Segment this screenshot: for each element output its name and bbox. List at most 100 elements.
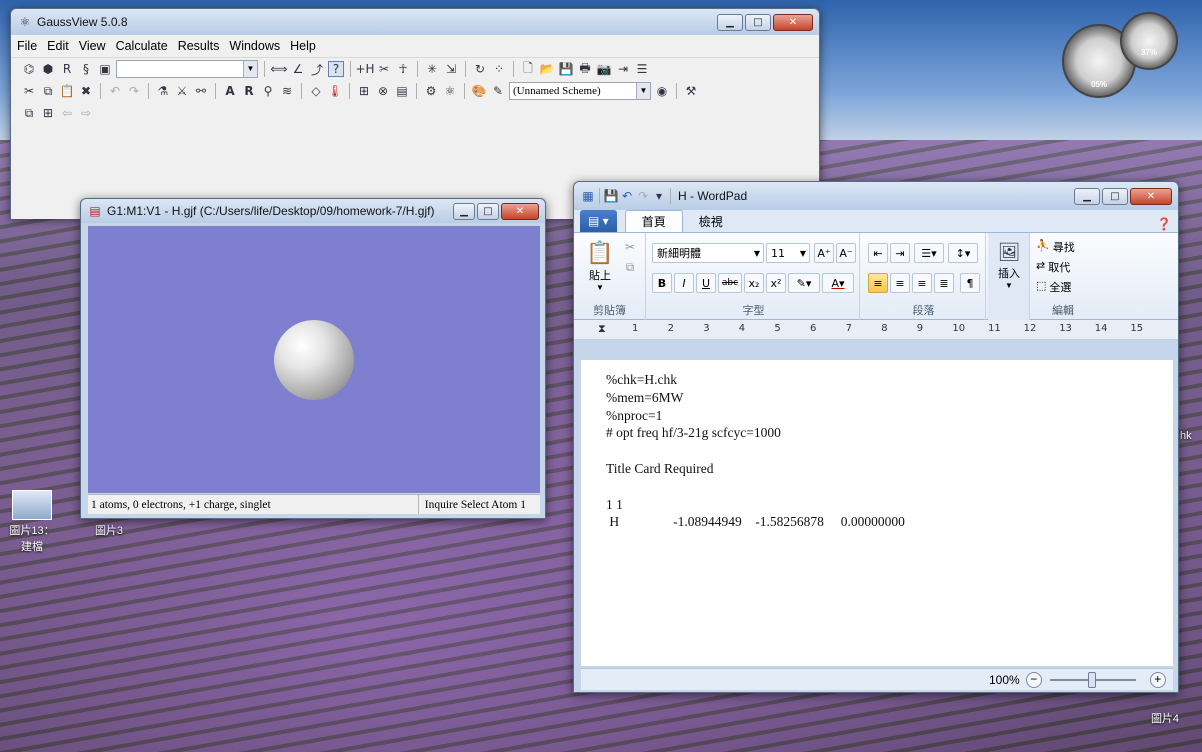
cut-icon[interactable]: ✂	[21, 83, 37, 99]
zoom-in-button[interactable]: +	[1149, 671, 1166, 688]
line-spacing-button[interactable]: ↕▾	[948, 243, 978, 263]
cut-icon[interactable]: ✂	[622, 239, 638, 255]
gaussian-calc-icon[interactable]: ⚙	[423, 83, 439, 99]
inquire-icon[interactable]: ?	[328, 61, 344, 77]
find-button[interactable]: ⛹ 尋找	[1036, 239, 1075, 255]
color-scheme-select[interactable]: (Unnamed Scheme) ▼	[509, 82, 651, 100]
diamond-icon[interactable]: ◇	[308, 83, 324, 99]
atom-list-icon[interactable]: ⁘	[491, 61, 507, 77]
window-list-icon[interactable]: ▤	[394, 83, 410, 99]
print-icon[interactable]: 🖶	[577, 61, 593, 77]
ring-fragment-icon[interactable]: ⬢	[40, 61, 56, 77]
replace-button[interactable]: ⇄ 取代	[1036, 259, 1070, 275]
delete-atom-icon[interactable]: ✂	[376, 61, 392, 77]
help-icon[interactable]: ❓	[1156, 216, 1172, 232]
wordpad-titlebar[interactable]: ▦ 💾 ↶ ↷ ▾ H - WordPad ▁ □ ✕	[574, 182, 1178, 210]
menu-view[interactable]: View	[79, 39, 106, 53]
clean-icon[interactable]: ✳	[424, 61, 440, 77]
new-view-icon[interactable]: ⊞	[356, 83, 372, 99]
color-scheme-icon[interactable]: 🎨	[471, 83, 487, 99]
decrease-indent-button[interactable]: ⇤	[868, 243, 888, 263]
close-button[interactable]: ✕	[773, 13, 813, 31]
tab-home[interactable]: 首頁	[624, 210, 683, 232]
wordpad-menu-button[interactable]: ▤ ▾	[580, 210, 617, 232]
display-format-icon[interactable]: ≋	[279, 83, 295, 99]
zoom-out-button[interactable]: −	[1025, 671, 1042, 688]
add-valence-icon[interactable]: +H	[355, 61, 374, 77]
italic-button[interactable]: I	[674, 273, 694, 293]
fragment-combo[interactable]: ▼	[116, 60, 258, 78]
rgroup-fragment-icon[interactable]: R	[59, 61, 75, 77]
font-color-button[interactable]: A▾	[822, 273, 854, 293]
save-icon[interactable]: 💾	[558, 61, 574, 77]
copy-icon[interactable]: ⧉	[622, 259, 638, 275]
grow-font-button[interactable]: A⁺	[814, 243, 834, 263]
undo-icon[interactable]: ↶	[107, 83, 123, 99]
globe-icon[interactable]: ◉	[654, 83, 670, 99]
temperature-icon[interactable]: 🌡	[327, 83, 343, 99]
rebond-icon[interactable]: ⚗	[155, 83, 171, 99]
hydrogen-atom-sphere[interactable]	[274, 320, 354, 400]
select-all-button[interactable]: ⬚ 全選	[1036, 279, 1071, 295]
modify-angle-icon[interactable]: ∠	[290, 61, 306, 77]
ruler[interactable]: ⧗ 1 2 3 4 5 6 7 8 9 10 11 12 13 14 15	[574, 320, 1178, 340]
gaussview-titlebar[interactable]: ⚛ GaussView 5.0.8 ▁ □ ✕	[11, 9, 819, 35]
rotate-icon[interactable]: ↻	[472, 61, 488, 77]
minimize-button[interactable]: ▁	[717, 13, 743, 31]
minimize-button[interactable]: ▁	[453, 202, 475, 220]
custom-fragment-icon[interactable]: ▣	[97, 61, 113, 77]
menu-edit[interactable]: Edit	[47, 39, 69, 53]
molecule-viewport[interactable]	[88, 226, 540, 493]
preferences-icon[interactable]: ⚒	[683, 83, 699, 99]
menu-help[interactable]: Help	[290, 39, 316, 53]
memory-gadget-dial[interactable]: 37%	[1120, 12, 1178, 70]
close-button[interactable]: ✕	[1130, 187, 1172, 205]
cascade-windows-icon[interactable]: ⧉	[21, 105, 37, 121]
maximize-button[interactable]: □	[745, 13, 771, 31]
menu-results[interactable]: Results	[178, 39, 220, 53]
export-icon[interactable]: ⇥	[615, 61, 631, 77]
undo-icon[interactable]: ↶	[619, 188, 635, 204]
close-button[interactable]: ✕	[501, 202, 539, 220]
list-icon[interactable]: ☰	[634, 61, 650, 77]
indent-marker-icon[interactable]: ⧗	[598, 322, 606, 336]
justify-button[interactable]: ≣	[934, 273, 954, 293]
tether-icon[interactable]: ⚯	[193, 83, 209, 99]
back-arrow-icon[interactable]: ⇦	[59, 105, 75, 121]
forward-arrow-icon[interactable]: ⇨	[78, 105, 94, 121]
increase-indent-button[interactable]: ⇥	[890, 243, 910, 263]
tab-view[interactable]: 檢視	[683, 210, 739, 232]
desktop-icon-picture13[interactable]: 圖片13：建檔	[4, 490, 60, 554]
modify-dihedral-icon[interactable]: ⤴	[309, 61, 325, 77]
zoom-slider-thumb[interactable]	[1087, 671, 1096, 688]
menu-file[interactable]: File	[17, 39, 37, 53]
highlight-color-button[interactable]: ✎▾	[788, 273, 820, 293]
bullets-button[interactable]: ☰▾	[914, 243, 944, 263]
paragraph-settings-button[interactable]: ¶	[960, 273, 980, 293]
document-area[interactable]: %chk=H.chk %mem=6MW %nproc=1 # opt freq hf/…	[581, 360, 1173, 666]
menu-windows[interactable]: Windows	[229, 39, 280, 53]
desktop-icon-picture4[interactable]: 圖片4	[1140, 710, 1190, 726]
modify-bond-icon[interactable]: ⟺	[270, 61, 287, 77]
align-center-button[interactable]: ≡	[890, 273, 910, 293]
bold-button[interactable]: B	[652, 273, 672, 293]
underline-button[interactable]: U	[696, 273, 716, 293]
zoom-slider[interactable]	[1049, 671, 1136, 688]
mirror-icon[interactable]: ⚔	[174, 83, 190, 99]
strikethrough-button[interactable]: abc	[718, 273, 742, 293]
new-icon[interactable]: 🗋	[520, 61, 536, 77]
superscript-button[interactable]: x²	[766, 273, 786, 293]
bond-style-icon[interactable]: ⚲	[260, 83, 276, 99]
open-folder-icon[interactable]: 📂	[539, 61, 555, 77]
font-size-select[interactable]: 11 ▼	[766, 243, 810, 263]
select-icon[interactable]: ⇲	[443, 61, 459, 77]
atom-labels-icon[interactable]: A	[222, 83, 238, 99]
shrink-font-button[interactable]: A⁻	[836, 243, 856, 263]
minimize-button[interactable]: ▁	[1074, 187, 1100, 205]
copy-icon[interactable]: ⧉	[40, 83, 56, 99]
molecule-window-titlebar[interactable]: ▤ G1:M1:V1 - H.gjf (C:/Users/life/Deskto…	[81, 199, 545, 223]
r-labels-icon[interactable]: R	[241, 83, 257, 99]
element-fragment-icon[interactable]: ⌬	[21, 61, 37, 77]
results-icon[interactable]: ⚛	[442, 83, 458, 99]
maximize-button[interactable]: □	[477, 202, 499, 220]
